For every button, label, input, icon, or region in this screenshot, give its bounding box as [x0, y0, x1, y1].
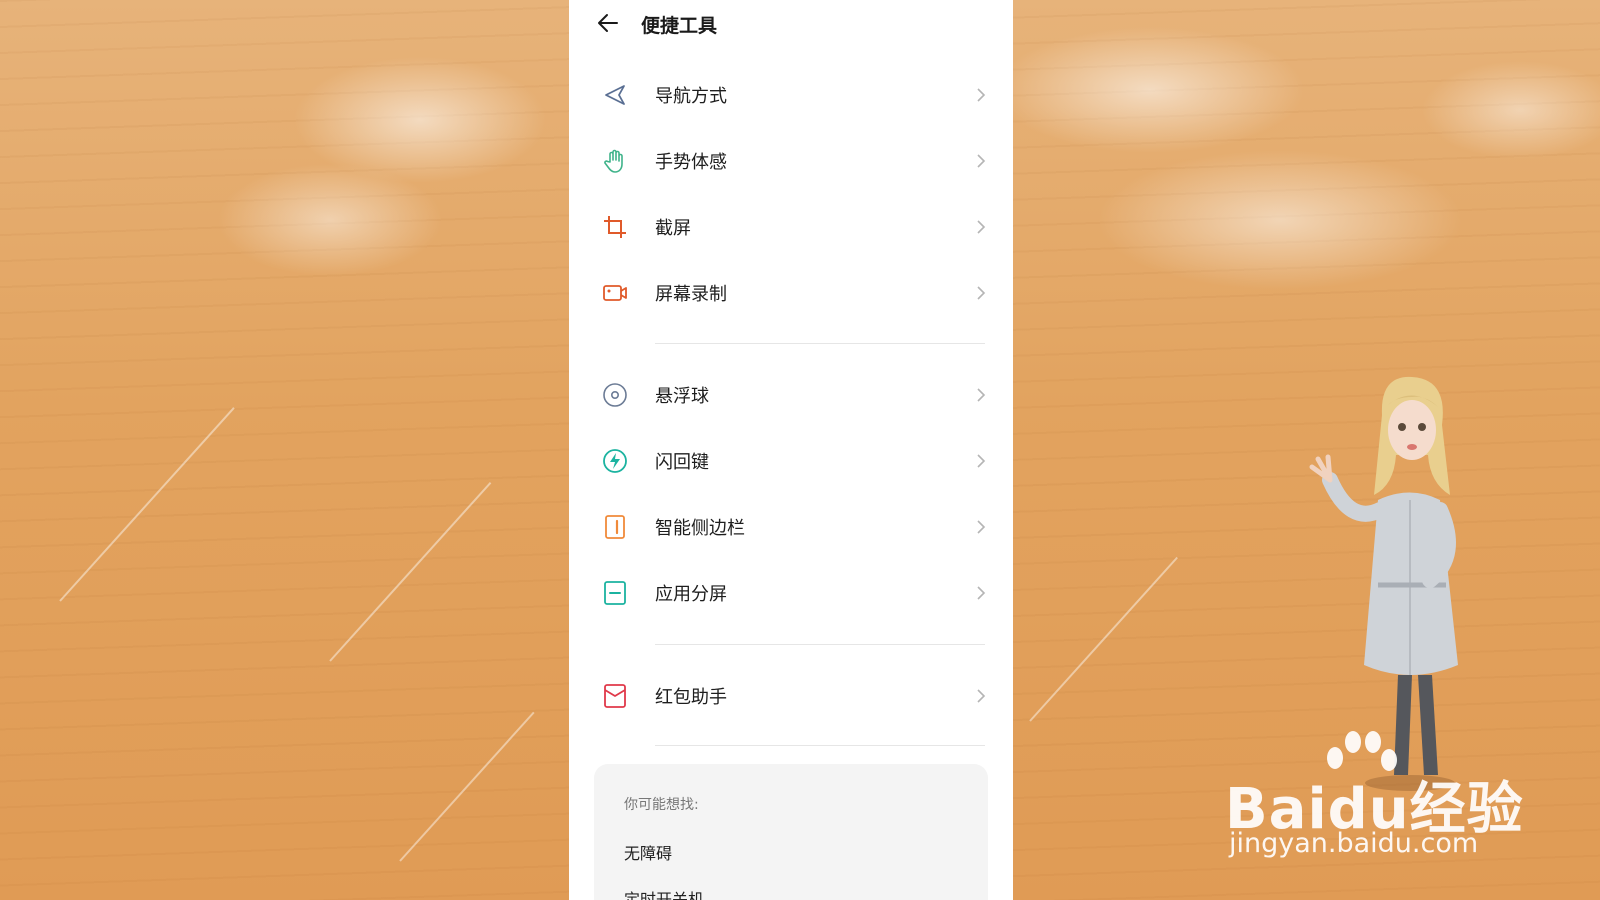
menu-item-screen-record[interactable]: 屏幕录制	[569, 266, 1013, 320]
top-bar: 便捷工具	[569, 0, 1013, 46]
menu-item-red-envelope[interactable]: 红包助手	[569, 669, 1013, 723]
chevron-right-icon	[977, 454, 986, 468]
watermark-url: jingyan.baidu.com	[1229, 828, 1479, 859]
page-title: 便捷工具	[641, 15, 718, 37]
arrow-left-icon	[598, 14, 618, 32]
suggestions-card: 你可能想找: 无障碍 定时开关机	[594, 764, 988, 900]
red-envelope-icon	[604, 684, 626, 708]
baidu-watermark: Baidu经验 jingyan.baidu.com	[1225, 730, 1565, 870]
menu-item-flashback-key[interactable]: 闪回键	[569, 434, 1013, 488]
chevron-right-icon	[977, 689, 986, 703]
menu-item-split-screen[interactable]: 应用分屏	[569, 566, 1013, 620]
crop-screenshot-icon	[604, 216, 626, 238]
chevron-right-icon	[977, 88, 986, 102]
settings-screen: 便捷工具 导航方式 手势体感 截屏 屏幕录制 悬浮球 闪回键 智能侧边栏 应用分…	[569, 0, 1013, 900]
flashback-key-icon	[603, 449, 627, 473]
menu-item-smart-sidebar[interactable]: 智能侧边栏	[569, 500, 1013, 554]
hand-gesture-icon	[604, 149, 623, 173]
menu-item-label: 截屏	[655, 218, 691, 239]
suggestion-scheduled-power[interactable]: 定时开关机	[624, 886, 704, 900]
menu-item-label: 屏幕录制	[655, 284, 727, 305]
menu-item-label: 手势体感	[655, 152, 727, 173]
chevron-right-icon	[977, 520, 986, 534]
chevron-right-icon	[977, 220, 986, 234]
back-button[interactable]	[595, 10, 623, 36]
menu-item-label: 闪回键	[655, 452, 709, 473]
menu-item-gestures[interactable]: 手势体感	[569, 134, 1013, 188]
suggestion-accessibility[interactable]: 无障碍	[624, 840, 672, 864]
divider	[655, 745, 985, 746]
menu-item-label: 导航方式	[655, 86, 727, 107]
chevron-right-icon	[977, 286, 986, 300]
suggestions-title: 你可能想找:	[624, 797, 699, 813]
split-screen-icon	[604, 581, 626, 605]
menu-item-navigation[interactable]: 导航方式	[569, 68, 1013, 122]
menu-item-label: 智能侧边栏	[655, 518, 745, 539]
menu-item-label: 应用分屏	[655, 584, 727, 605]
chevron-right-icon	[977, 586, 986, 600]
floating-ball-icon	[603, 383, 627, 407]
screen-record-icon	[603, 285, 627, 301]
menu-item-label: 悬浮球	[655, 386, 709, 407]
divider	[655, 343, 985, 344]
chevron-right-icon	[977, 388, 986, 402]
menu-item-label: 红包助手	[655, 687, 727, 708]
chevron-right-icon	[977, 154, 986, 168]
navigation-arrow-icon	[605, 85, 625, 105]
smart-sidebar-icon	[605, 515, 625, 539]
divider	[655, 644, 985, 645]
menu-item-screenshot[interactable]: 截屏	[569, 200, 1013, 254]
menu-item-floating-ball[interactable]: 悬浮球	[569, 368, 1013, 422]
